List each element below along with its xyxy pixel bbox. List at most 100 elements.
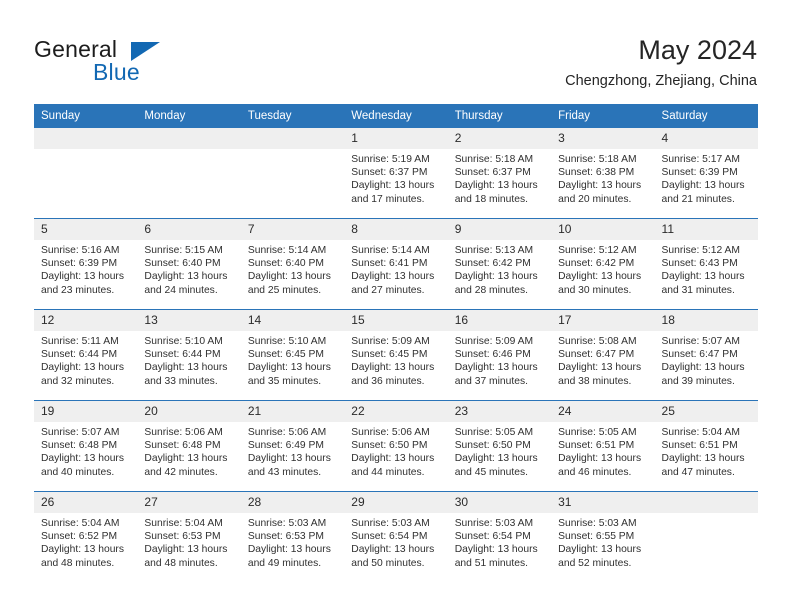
calendar-day-cell[interactable]: 3 Sunrise: 5:18 AM Sunset: 6:38 PM Daylight…	[551, 127, 655, 219]
calendar-week-row: 26 Sunrise: 5:04 AM Sunset: 6:52 PM Dayligh…	[34, 491, 758, 582]
day-number: 15	[344, 310, 448, 331]
sunrise-text: Sunrise: 5:10 AM	[247, 336, 327, 347]
calendar-day-cell[interactable]: 9 Sunrise: 5:13 AM Sunset: 6:42 PM Daylight…	[447, 218, 552, 310]
calendar-day-cell[interactable]: 19 Sunrise: 5:07 AM Sunset: 6:48 PM Dayligh…	[34, 400, 138, 492]
sunrise-text: Sunrise: 5:12 AM	[661, 245, 740, 256]
day-details: Sunrise: 5:18 AM Sunset: 6:38 PM Daylight:…	[551, 149, 654, 206]
title-block: May 2024 Chengzhong, Zhejiang, China	[565, 34, 757, 90]
sunrise-text: Sunrise: 5:14 AM	[247, 245, 327, 256]
sunset-text: Sunset: 6:48 PM	[144, 440, 221, 452]
brand-logo[interactable]: General Blue	[34, 36, 264, 88]
sunrise-text: Sunrise: 5:03 AM	[247, 518, 327, 529]
daylight-text-line2: and 38 minutes.	[558, 375, 632, 387]
calendar-day-cell[interactable]: 1 Sunrise: 5:19 AM Sunset: 6:37 PM Daylight…	[344, 127, 448, 219]
sunrise-text: Sunrise: 5:06 AM	[247, 427, 327, 438]
day-number: 8	[344, 219, 448, 240]
page-title: May 2024	[638, 35, 757, 65]
day-details: Sunrise: 5:05 AM Sunset: 6:51 PM Daylight:…	[551, 422, 654, 479]
day-number: 29	[344, 492, 448, 513]
weekday-header-friday: Friday	[551, 104, 655, 128]
day-number: 18	[654, 310, 758, 331]
calendar-table: Sunday Monday Tuesday Wednesday Thursday Frid…	[34, 104, 758, 582]
sunset-text: Sunset: 6:53 PM	[247, 531, 324, 543]
day-details: Sunrise: 5:08 AM Sunset: 6:47 PM Daylight:…	[551, 331, 654, 388]
calendar-day-cell[interactable]: 15 Sunrise: 5:09 AM Sunset: 6:45 PM Dayligh…	[344, 309, 448, 401]
calendar-day-cell[interactable]: 6 Sunrise: 5:15 AM Sunset: 6:40 PM Daylight…	[137, 218, 241, 310]
calendar-day-cell[interactable]: 24 Sunrise: 5:05 AM Sunset: 6:51 PM Dayligh…	[551, 400, 655, 492]
sunrise-text: Sunrise: 5:08 AM	[558, 336, 637, 347]
daylight-text-line2: and 30 minutes.	[558, 284, 632, 296]
daylight-text-line2: and 27 minutes.	[351, 284, 425, 296]
calendar-day-cell[interactable]: 8 Sunrise: 5:14 AM Sunset: 6:41 PM Daylight…	[344, 218, 448, 310]
calendar-day-cell[interactable]: 17 Sunrise: 5:08 AM Sunset: 6:47 PM Dayligh…	[551, 309, 655, 401]
sunset-text: Sunset: 6:55 PM	[558, 531, 635, 543]
calendar-day-cell[interactable]: 21 Sunrise: 5:06 AM Sunset: 6:49 PM Dayligh…	[240, 400, 345, 492]
daylight-text-line2: and 52 minutes.	[558, 557, 632, 569]
daylight-text-line2: and 20 minutes.	[558, 193, 632, 205]
sunrise-text: Sunrise: 5:19 AM	[351, 154, 430, 165]
day-details: Sunrise: 5:14 AM Sunset: 6:41 PM Daylight:…	[344, 240, 447, 297]
day-number: 6	[137, 219, 241, 240]
calendar-day-cell[interactable]: 25 Sunrise: 5:04 AM Sunset: 6:51 PM Dayligh…	[654, 400, 758, 492]
day-details: Sunrise: 5:18 AM Sunset: 6:37 PM Daylight:…	[448, 149, 551, 206]
day-details: Sunrise: 5:03 AM Sunset: 6:55 PM Daylight:…	[551, 513, 654, 570]
calendar-day-cell[interactable]: 29 Sunrise: 5:03 AM Sunset: 6:54 PM Dayligh…	[344, 491, 448, 582]
sunset-text: Sunset: 6:54 PM	[351, 531, 428, 543]
sunrise-text: Sunrise: 5:09 AM	[454, 336, 534, 347]
daylight-text-line1: Daylight: 13 hours	[558, 180, 642, 192]
day-number	[137, 128, 241, 149]
day-number: 16	[447, 310, 552, 331]
calendar-day-cell[interactable]: 11 Sunrise: 5:12 AM Sunset: 6:43 PM Dayligh…	[654, 218, 758, 310]
day-details: Sunrise: 5:03 AM Sunset: 6:53 PM Daylight:…	[241, 513, 344, 570]
day-details: Sunrise: 5:09 AM Sunset: 6:45 PM Daylight:…	[344, 331, 447, 388]
daylight-text-line2: and 33 minutes.	[144, 375, 218, 387]
calendar-day-cell[interactable]: 28 Sunrise: 5:03 AM Sunset: 6:53 PM Dayligh…	[240, 491, 345, 582]
calendar-day-cell[interactable]: 22 Sunrise: 5:06 AM Sunset: 6:50 PM Dayligh…	[344, 400, 448, 492]
day-number: 31	[551, 492, 655, 513]
day-number	[34, 128, 138, 149]
sunset-text: Sunset: 6:44 PM	[41, 349, 118, 361]
day-details: Sunrise: 5:12 AM Sunset: 6:43 PM Daylight:…	[655, 240, 758, 297]
sunset-text: Sunset: 6:46 PM	[454, 349, 531, 361]
day-details: Sunrise: 5:03 AM Sunset: 6:54 PM Daylight:…	[448, 513, 551, 570]
sunset-text: Sunset: 6:42 PM	[454, 258, 531, 270]
weekday-header-tuesday: Tuesday	[240, 104, 345, 128]
calendar-page: General Blue May 2024 Chengzhong, Zhejia…	[0, 0, 792, 612]
sunrise-text: Sunrise: 5:04 AM	[661, 427, 740, 438]
weekday-header-wednesday: Wednesday	[344, 104, 448, 128]
daylight-text-line1: Daylight: 13 hours	[41, 271, 124, 283]
day-number: 20	[137, 401, 241, 422]
calendar-day-cell[interactable]: 20 Sunrise: 5:06 AM Sunset: 6:48 PM Dayligh…	[137, 400, 241, 492]
sunset-text: Sunset: 6:45 PM	[247, 349, 324, 361]
daylight-text-line1: Daylight: 13 hours	[351, 453, 435, 465]
calendar-day-cell[interactable]: 16 Sunrise: 5:09 AM Sunset: 6:46 PM Dayligh…	[447, 309, 552, 401]
sunset-text: Sunset: 6:53 PM	[144, 531, 221, 543]
calendar-day-cell[interactable]: 18 Sunrise: 5:07 AM Sunset: 6:47 PM Dayligh…	[654, 309, 758, 401]
calendar-day-cell[interactable]: 30 Sunrise: 5:03 AM Sunset: 6:54 PM Dayligh…	[447, 491, 552, 582]
daylight-text-line1: Daylight: 13 hours	[558, 544, 642, 556]
calendar-day-cell[interactable]: 5 Sunrise: 5:16 AM Sunset: 6:39 PM Daylight…	[34, 218, 138, 310]
sunset-text: Sunset: 6:48 PM	[41, 440, 118, 452]
sunset-text: Sunset: 6:40 PM	[247, 258, 324, 270]
day-number: 10	[551, 219, 655, 240]
calendar-day-cell[interactable]: 27 Sunrise: 5:04 AM Sunset: 6:53 PM Dayligh…	[137, 491, 241, 582]
daylight-text-line1: Daylight: 13 hours	[454, 271, 538, 283]
day-details: Sunrise: 5:04 AM Sunset: 6:52 PM Daylight:…	[34, 513, 137, 570]
calendar-day-cell[interactable]: 10 Sunrise: 5:12 AM Sunset: 6:42 PM Dayligh…	[551, 218, 655, 310]
calendar-day-cell[interactable]: 7 Sunrise: 5:14 AM Sunset: 6:40 PM Daylight…	[240, 218, 345, 310]
calendar-day-cell[interactable]: 14 Sunrise: 5:10 AM Sunset: 6:45 PM Dayligh…	[240, 309, 345, 401]
day-details: Sunrise: 5:09 AM Sunset: 6:46 PM Daylight:…	[448, 331, 551, 388]
calendar-day-cell[interactable]: 26 Sunrise: 5:04 AM Sunset: 6:52 PM Dayligh…	[34, 491, 138, 582]
calendar-day-cell[interactable]: 4 Sunrise: 5:17 AM Sunset: 6:39 PM Daylight…	[654, 127, 758, 219]
calendar-day-cell[interactable]: 31 Sunrise: 5:03 AM Sunset: 6:55 PM Dayligh…	[551, 491, 655, 582]
weekday-header-sunday: Sunday	[34, 104, 138, 128]
calendar-day-cell[interactable]: 2 Sunrise: 5:18 AM Sunset: 6:37 PM Daylight…	[447, 127, 552, 219]
day-number: 5	[34, 219, 138, 240]
calendar-day-cell[interactable]: 23 Sunrise: 5:05 AM Sunset: 6:50 PM Dayligh…	[447, 400, 552, 492]
daylight-text-line1: Daylight: 13 hours	[351, 544, 435, 556]
day-number: 17	[551, 310, 655, 331]
calendar-day-cell[interactable]: 12 Sunrise: 5:11 AM Sunset: 6:44 PM Dayligh…	[34, 309, 138, 401]
calendar-day-cell[interactable]: 13 Sunrise: 5:10 AM Sunset: 6:44 PM Dayligh…	[137, 309, 241, 401]
day-number	[654, 492, 758, 513]
daylight-text-line2: and 43 minutes.	[247, 466, 322, 478]
